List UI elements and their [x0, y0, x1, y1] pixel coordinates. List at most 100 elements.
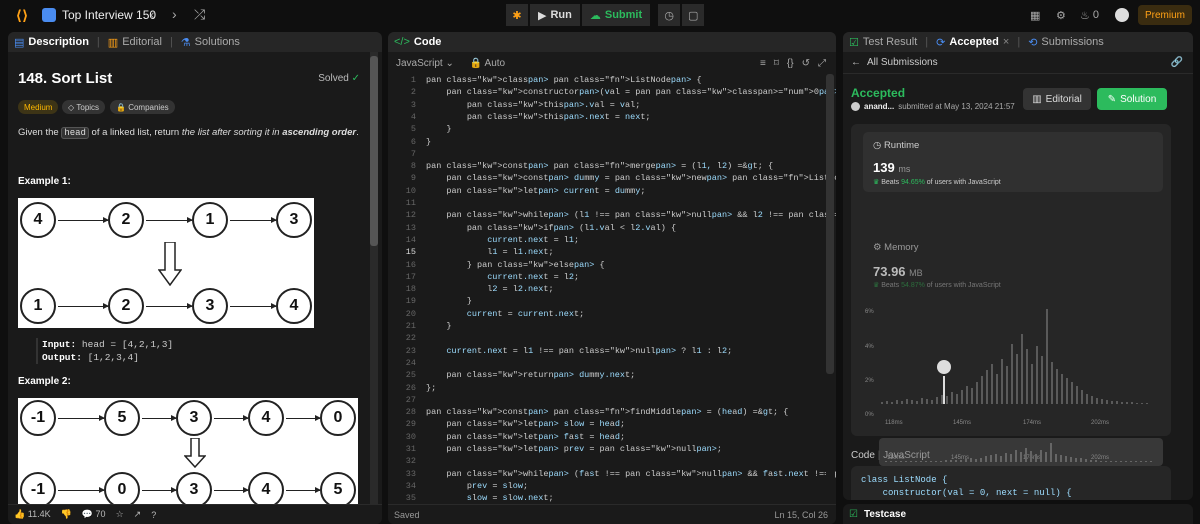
code-line[interactable]: 32: [388, 455, 836, 467]
help-icon[interactable]: ?: [151, 510, 156, 520]
minimap-bar: [1080, 458, 1082, 462]
minimap-bar: [1135, 461, 1137, 462]
code-area[interactable]: 1 pan class="kw">classpan> pan class="fn"…: [388, 74, 836, 516]
problem-list-title[interactable]: Top Interview 150: [62, 8, 156, 22]
reset-icon[interactable]: ↺: [802, 58, 810, 69]
premium-button[interactable]: Premium: [1138, 5, 1192, 25]
submit-button[interactable]: ☁ Submit: [581, 4, 651, 26]
code-line[interactable]: 23 current.next = l1 !== pan class="kw">…: [388, 345, 836, 357]
code-line[interactable]: 2 pan class="kw">constructorpan>(val = p…: [388, 86, 836, 98]
code-line[interactable]: 7: [388, 148, 836, 160]
code-line[interactable]: 20 current = current.next;: [388, 308, 836, 320]
minimap-bar: [935, 461, 937, 462]
testcase-tab[interactable]: ☑ Testcase: [843, 504, 1193, 524]
code-line[interactable]: 13 pan class="kw">ifpan> (l1.val < l2.va…: [388, 222, 836, 234]
debug-bug-icon[interactable]: ✱: [506, 4, 528, 26]
code-line[interactable]: 24: [388, 357, 836, 369]
editorial-button[interactable]: ▥ Editorial: [1023, 88, 1091, 110]
code-line[interactable]: 18 l2 = l2.next;: [388, 283, 836, 295]
code-line[interactable]: 22: [388, 332, 836, 344]
code-line[interactable]: 3 pan class="kw">thispan>.val = val;: [388, 99, 836, 111]
code-line[interactable]: 31 pan class="kw">letpan> prev = pan cla…: [388, 443, 836, 455]
editor-scrollbar[interactable]: [826, 74, 834, 506]
code-line[interactable]: 16 } pan class="kw">elsepan> {: [388, 259, 836, 271]
shuffle-icon[interactable]: ⤮: [194, 6, 205, 23]
user-avatar[interactable]: [1115, 8, 1129, 22]
code-line[interactable]: 4 pan class="kw">thispan>.next = next;: [388, 111, 836, 123]
comments-button[interactable]: 💬 70: [82, 509, 106, 520]
clock-icon: ◷: [873, 140, 882, 151]
tab-test-result[interactable]: Test Result: [863, 36, 917, 48]
code-line[interactable]: 12 pan class="kw">whilepan> (l1 !== pan …: [388, 209, 836, 221]
code-line[interactable]: 34 prev = slow;: [388, 480, 836, 492]
memory-label[interactable]: ⚙ Memory: [873, 242, 918, 253]
back-arrow-icon[interactable]: ←: [851, 57, 861, 68]
timer-icon[interactable]: ◷: [658, 4, 681, 26]
code-line[interactable]: 19 }: [388, 295, 836, 307]
histogram-bar: [896, 400, 898, 404]
scrollbar-thumb[interactable]: [826, 74, 834, 374]
code-line[interactable]: 5 }: [388, 123, 836, 135]
code-line[interactable]: 17 current.next = l2;: [388, 271, 836, 283]
format-icon[interactable]: ≡: [760, 58, 766, 69]
runtime-distribution-chart[interactable]: [881, 304, 1161, 404]
link-icon[interactable]: 🔗: [1171, 57, 1193, 68]
settings-gear-icon[interactable]: ⚙: [1056, 0, 1066, 30]
submission-user[interactable]: anand...: [864, 102, 894, 111]
dislike-button[interactable]: 👎: [61, 509, 72, 520]
tab-solutions[interactable]: Solutions: [195, 36, 240, 48]
language-select[interactable]: JavaScript ⌄: [396, 58, 454, 69]
code-line[interactable]: 14 current.next = l1;: [388, 234, 836, 246]
notes-icon[interactable]: ▢: [682, 4, 705, 26]
code-line[interactable]: 9 pan class="kw">constpan> dummy = pan c…: [388, 172, 836, 184]
cursor-position: Ln 15, Col 26: [774, 509, 828, 520]
code-line[interactable]: 6}: [388, 136, 836, 148]
submitted-code[interactable]: class ListNode { constructor(val = 0, ne…: [851, 466, 1171, 500]
solution-button[interactable]: ✎ Solution: [1097, 88, 1167, 110]
line-text: current = current.next;: [426, 308, 585, 319]
code-line[interactable]: 25 pan class="kw">returnpan> dummy.next;: [388, 369, 836, 381]
share-icon[interactable]: ↗: [134, 509, 142, 520]
next-problem-button[interactable]: ›: [172, 6, 177, 22]
run-button[interactable]: ▶ Run: [530, 4, 580, 26]
code-line[interactable]: 26};: [388, 382, 836, 394]
description-scrollbar[interactable]: [370, 52, 378, 504]
tab-submissions[interactable]: Submissions: [1041, 36, 1103, 48]
scrollbar-thumb[interactable]: [370, 56, 378, 246]
fullscreen-icon[interactable]: ⤢: [818, 58, 826, 69]
code-line[interactable]: 15 l1 = l1.next;: [388, 246, 836, 258]
runtime-card[interactable]: ◷ Runtime 139 ms ♛ Beats 94.65% of users…: [863, 132, 1163, 192]
tab-editorial[interactable]: Editorial: [122, 36, 162, 48]
problem-list-icon[interactable]: [42, 8, 56, 22]
histogram-bar: [966, 386, 968, 404]
auto-mode[interactable]: 🔒 Auto: [470, 58, 505, 69]
code-line[interactable]: 10 pan class="kw">letpan> current = dumm…: [388, 185, 836, 197]
code-line[interactable]: 33 pan class="kw">whilepan> (fast !== pa…: [388, 468, 836, 480]
histogram-bar: [1066, 378, 1068, 404]
close-icon[interactable]: ×: [1003, 36, 1009, 48]
code-line[interactable]: 35 slow = slow.next;: [388, 492, 836, 504]
prev-problem-button[interactable]: ‹: [150, 6, 155, 22]
bookmark-icon[interactable]: ⌑: [774, 58, 779, 69]
code-line[interactable]: 29 pan class="kw">letpan> slow = head;: [388, 418, 836, 430]
all-submissions-link[interactable]: All Submissions: [867, 57, 938, 68]
tab-description[interactable]: Description: [28, 36, 89, 48]
line-text: pan class="kw">returnpan> dummy.next;: [446, 370, 636, 381]
favorite-star-icon[interactable]: ☆: [116, 509, 124, 520]
streak-counter[interactable]: ♨ 0: [1080, 0, 1099, 30]
code-line[interactable]: 30 pan class="kw">letpan> fast = head;: [388, 431, 836, 443]
leetcode-logo[interactable]: ⟨⟩: [12, 6, 32, 24]
code-line[interactable]: 11: [388, 197, 836, 209]
code-line[interactable]: 1 pan class="kw">classpan> pan class="fn"…: [388, 74, 836, 86]
code-line[interactable]: 8 pan class="kw">constpan> pan class="fn"…: [388, 160, 836, 172]
tab-code[interactable]: Code: [414, 36, 442, 48]
code-line[interactable]: 21 }: [388, 320, 836, 332]
like-button[interactable]: 👍 11.4K: [14, 509, 51, 520]
code-line[interactable]: 27: [388, 394, 836, 406]
code-line[interactable]: 28 pan class="kw">constpan> pan class="fn…: [388, 406, 836, 418]
braces-icon[interactable]: {}: [787, 58, 794, 69]
topics-tag[interactable]: ◇ Topics: [62, 100, 106, 114]
layout-icon[interactable]: ▦: [1030, 0, 1040, 30]
tab-accepted[interactable]: Accepted: [949, 36, 999, 48]
companies-tag[interactable]: 🔒 Companies: [110, 100, 175, 114]
